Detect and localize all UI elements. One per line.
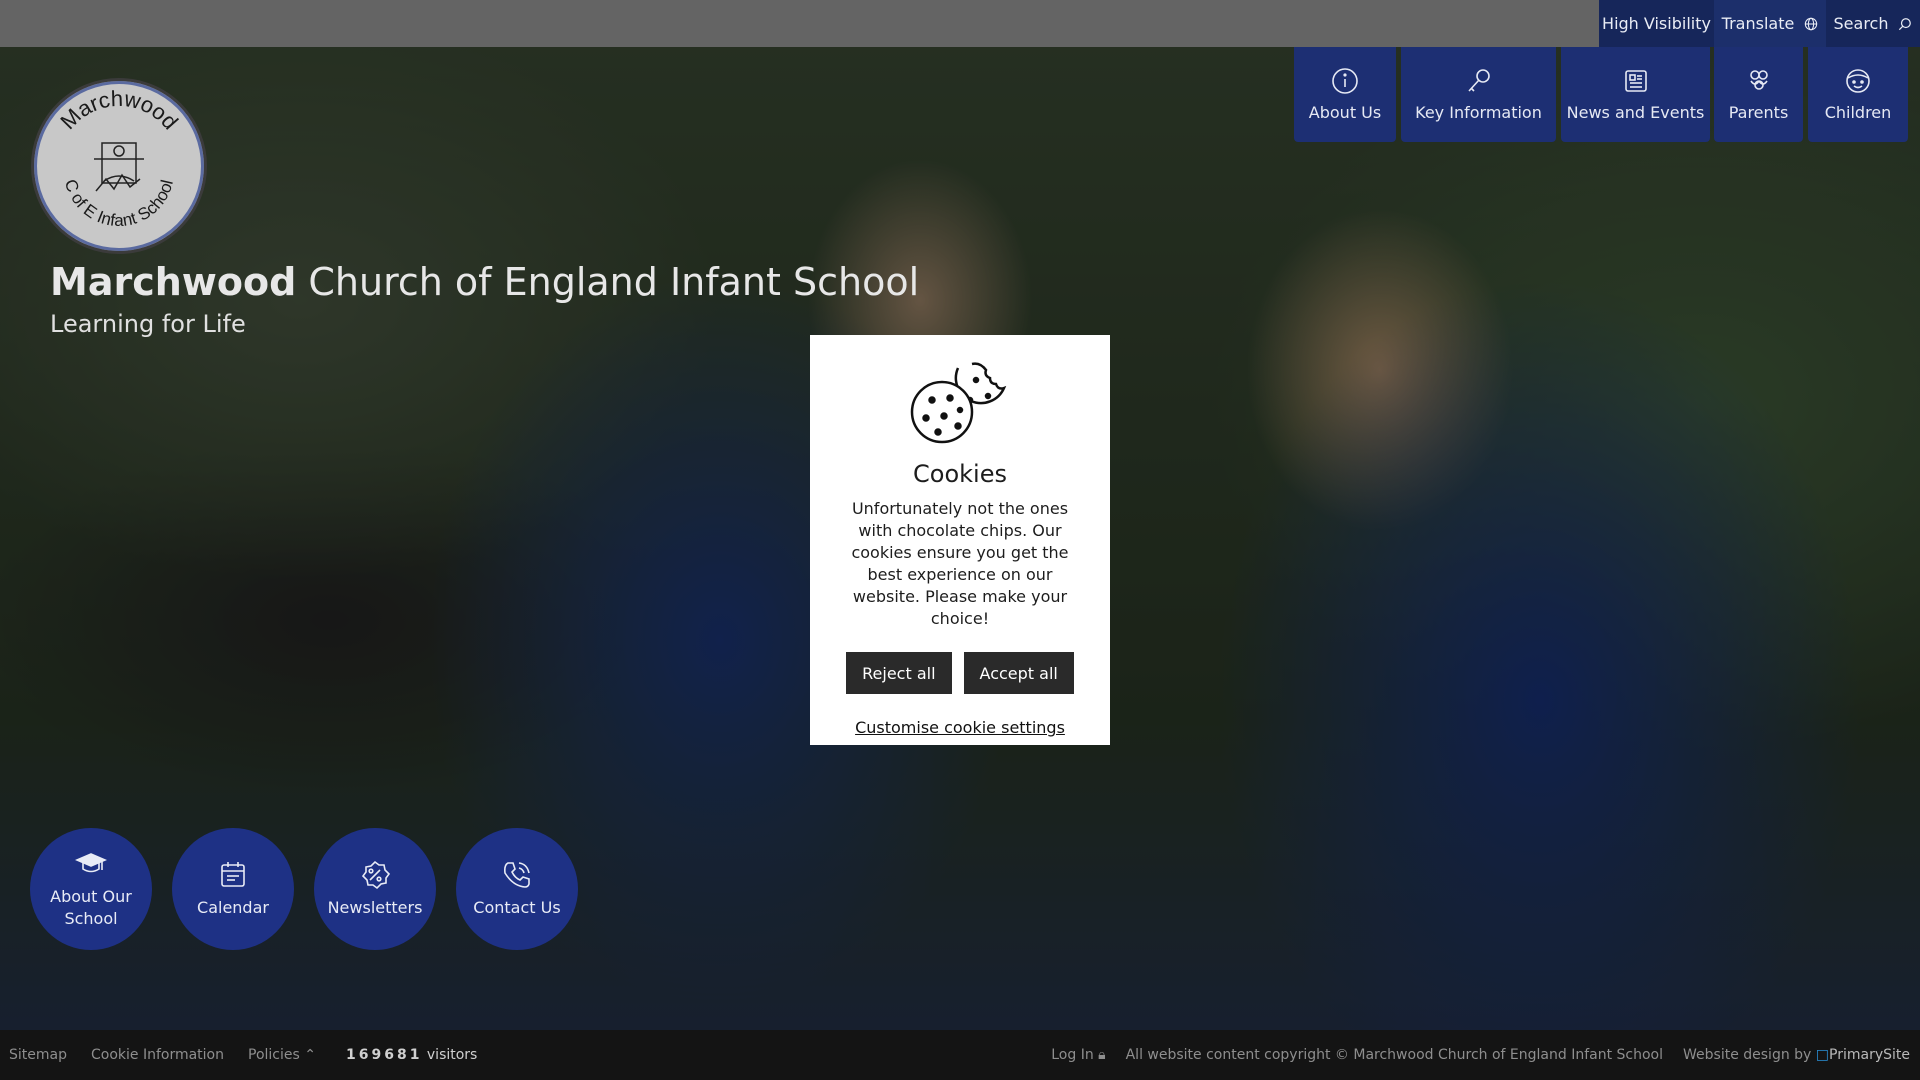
quick-link-about-our-school[interactable]: About Our School [30, 828, 152, 950]
nav-item-parents[interactable]: Parents [1714, 47, 1803, 142]
nav-item-label: News and Events [1566, 103, 1705, 122]
phone-icon [504, 862, 530, 889]
footer-login-link[interactable]: Log In 🔒︎ [1051, 1047, 1105, 1063]
key-icon [1467, 69, 1490, 92]
newspaper-icon [1624, 70, 1647, 92]
quick-link-label: Newsletters [327, 898, 423, 918]
primarysite-icon: □ [1815, 1047, 1830, 1063]
cookie-consent-modal: Cookies Unfortunately not the ones with … [810, 335, 1110, 745]
quick-link-newsletters[interactable]: Newsletters [314, 828, 436, 950]
school-name-rest: Church of England Infant School [296, 260, 920, 304]
nav-item-label: About Us [1308, 103, 1382, 122]
cookie-modal-title: Cookies [913, 460, 1007, 488]
nav-item-label: Children [1824, 103, 1892, 122]
nav-item-key-information[interactable]: Key Information [1401, 47, 1556, 142]
footer-login-label: Log In [1051, 1047, 1094, 1063]
quick-link-contact-us[interactable]: Contact Us [456, 828, 578, 950]
footer-policies-toggle[interactable]: Policies ⌃ [248, 1047, 316, 1063]
school-name: Marchwood Church of England Infant Schoo… [50, 260, 919, 304]
quick-link-calendar[interactable]: Calendar [172, 828, 294, 950]
svg-text:Marchwood: Marchwood [55, 86, 183, 134]
footer-design-by: Website design by [1683, 1047, 1812, 1063]
customise-cookie-settings-link[interactable]: Customise cookie settings [855, 718, 1065, 737]
nav-item-news-and-events[interactable]: News and Events [1561, 47, 1710, 142]
calendar-icon [221, 862, 245, 888]
quick-link-label: Calendar [197, 898, 269, 918]
quick-link-label: Contact Us [473, 898, 561, 918]
graduation-cap-icon [75, 853, 107, 873]
nav-item-label: Key Information [1415, 103, 1542, 122]
child-face-icon [1846, 69, 1870, 93]
primarysite-link[interactable]: □PrimarySite [1816, 1047, 1910, 1063]
footer-sitemap-link[interactable]: Sitemap [9, 1047, 67, 1063]
search-icon [1899, 17, 1912, 30]
accept-all-button[interactable]: Accept all [963, 652, 1074, 694]
cookie-icon [910, 362, 1007, 444]
search-label: Search [1833, 14, 1889, 33]
globe-icon [1805, 17, 1818, 30]
footer-policies-label: Policies [248, 1047, 300, 1063]
high-visibility-button[interactable]: High Visibility [1599, 0, 1714, 47]
search-button[interactable]: Search [1826, 0, 1920, 47]
school-name-bold: Marchwood [50, 260, 297, 304]
chevron-up-icon: ⌃ [304, 1047, 316, 1063]
visitor-counter: 169681 [345, 1047, 423, 1063]
footer-cookie-information-link[interactable]: Cookie Information [91, 1047, 224, 1063]
nav-item-label: Parents [1728, 103, 1789, 122]
info-icon [1332, 68, 1358, 94]
cookie-modal-text: Unfortunately not the ones with chocolat… [851, 499, 1069, 628]
primarysite-label: PrimarySite [1829, 1047, 1910, 1063]
nav-item-children[interactable]: Children [1808, 47, 1908, 142]
visitor-label: visitors [426, 1047, 478, 1063]
school-logo[interactable]: Marchwood C of E Infant School [31, 78, 207, 254]
school-crest-icon: Marchwood C of E Infant School [55, 86, 183, 230]
family-icon [1749, 70, 1768, 90]
reject-all-button[interactable]: Reject all [846, 652, 952, 694]
translate-label: Translate [1721, 14, 1795, 33]
footer-copyright: All website content copyright © Marchwoo… [1125, 1047, 1663, 1063]
svg-text:C of E Infant School: C of E Infant School [61, 177, 177, 230]
quick-link-label: About Our School [50, 887, 132, 928]
badge-percent-icon [361, 861, 391, 890]
footer: Sitemap Cookie Information Policies ⌃ 16… [0, 1030, 1920, 1080]
high-visibility-label: High Visibility [1602, 14, 1711, 33]
nav-item-about-us[interactable]: About Us [1294, 47, 1396, 142]
school-motto: Learning for Life [50, 310, 246, 338]
translate-button[interactable]: Translate [1714, 0, 1826, 47]
lock-icon: 🔒︎ [1098, 1047, 1106, 1063]
